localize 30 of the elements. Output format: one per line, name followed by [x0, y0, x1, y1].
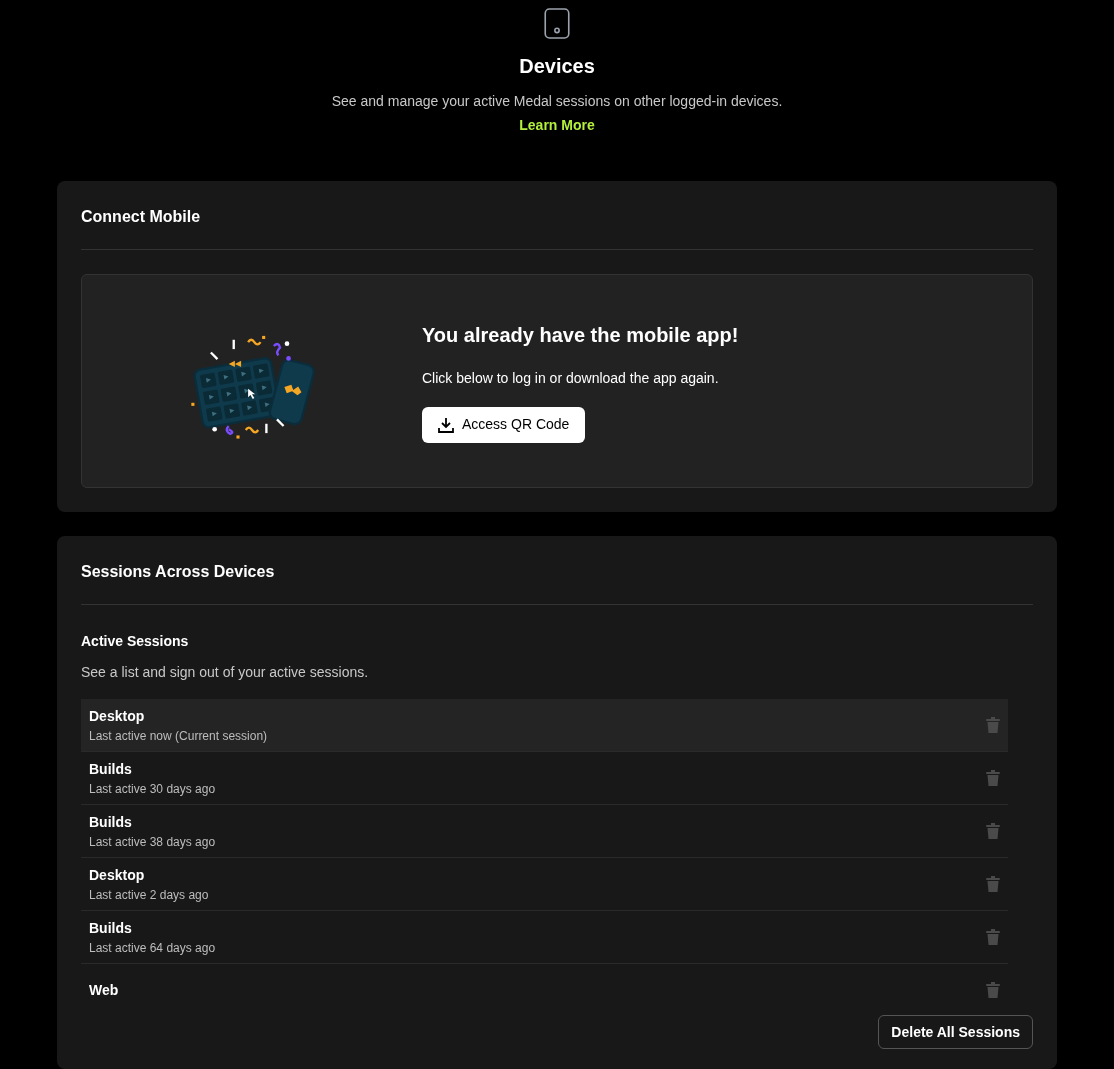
page-title: Devices [519, 54, 595, 79]
trash-icon[interactable] [986, 823, 1000, 839]
learn-more-link[interactable]: Learn More [519, 115, 595, 136]
session-name: Builds [89, 918, 133, 938]
trash-icon[interactable] [986, 876, 1000, 892]
section-description: See a list and sign out of your active sessions. [81, 663, 370, 682]
panel-text: Click below to log in or download the app again. [422, 368, 720, 388]
panel-heading: You already have the mobile app! [422, 322, 739, 348]
session-detail: Last active 38 days ago [89, 833, 216, 851]
trash-icon[interactable] [986, 770, 1000, 786]
card-title: Connect Mobile [81, 207, 202, 227]
session-detail: Last active now (Current session) [89, 727, 268, 745]
session-name: Builds [89, 759, 133, 779]
session-name: Builds [89, 812, 133, 832]
section-subtitle: Active Sessions [81, 632, 190, 651]
delete-all-sessions-button[interactable]: Delete All Sessions [878, 1015, 1033, 1049]
session-row[interactable]: Desktop Last active now (Current session) [81, 699, 1008, 752]
trash-icon[interactable] [986, 929, 1000, 945]
trash-icon[interactable] [986, 982, 1000, 998]
session-detail: Last active 2 days ago [89, 886, 209, 904]
session-detail: Last active 64 days ago [89, 939, 216, 957]
session-name: Web [89, 980, 119, 999]
download-icon [438, 416, 454, 433]
session-detail: Last active 30 days ago [89, 780, 216, 798]
trash-icon[interactable] [986, 717, 1000, 733]
card-title: Sessions Across Devices [81, 562, 276, 582]
access-qr-code-button[interactable]: Access QR Code [422, 406, 586, 443]
session-name: Desktop [89, 865, 146, 885]
session-name: Desktop [89, 706, 146, 726]
page-description: See and manage your active Medal sessions on other logged-in devices. [331, 92, 783, 111]
